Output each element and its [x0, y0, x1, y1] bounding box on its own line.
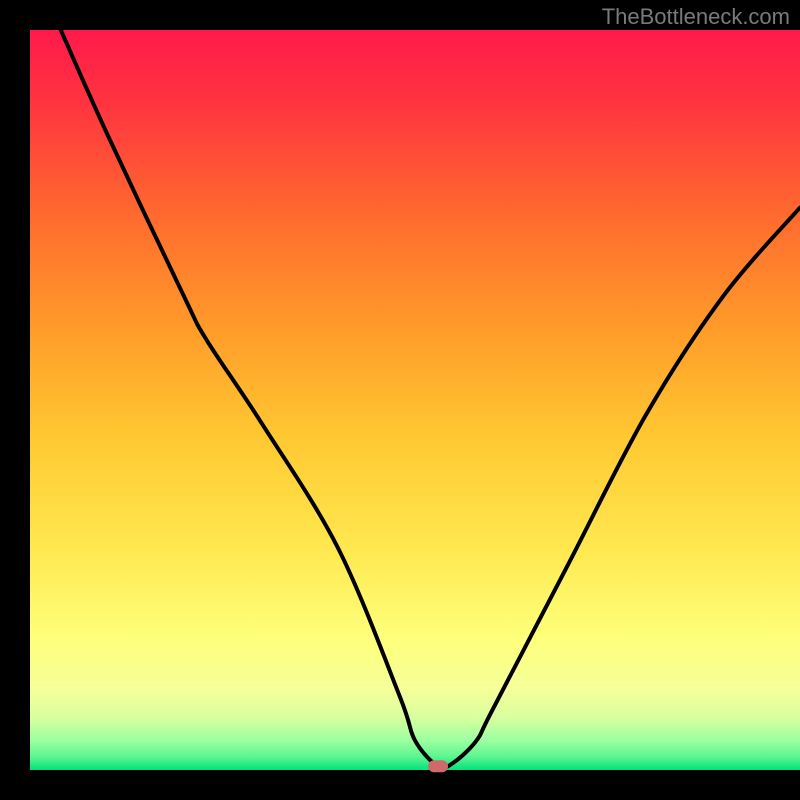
watermark-text: TheBottleneck.com — [602, 4, 790, 30]
bottleneck-chart — [0, 0, 800, 800]
optimal-point-marker — [428, 760, 448, 772]
chart-frame: TheBottleneck.com — [0, 0, 800, 800]
plot-background — [30, 30, 800, 770]
